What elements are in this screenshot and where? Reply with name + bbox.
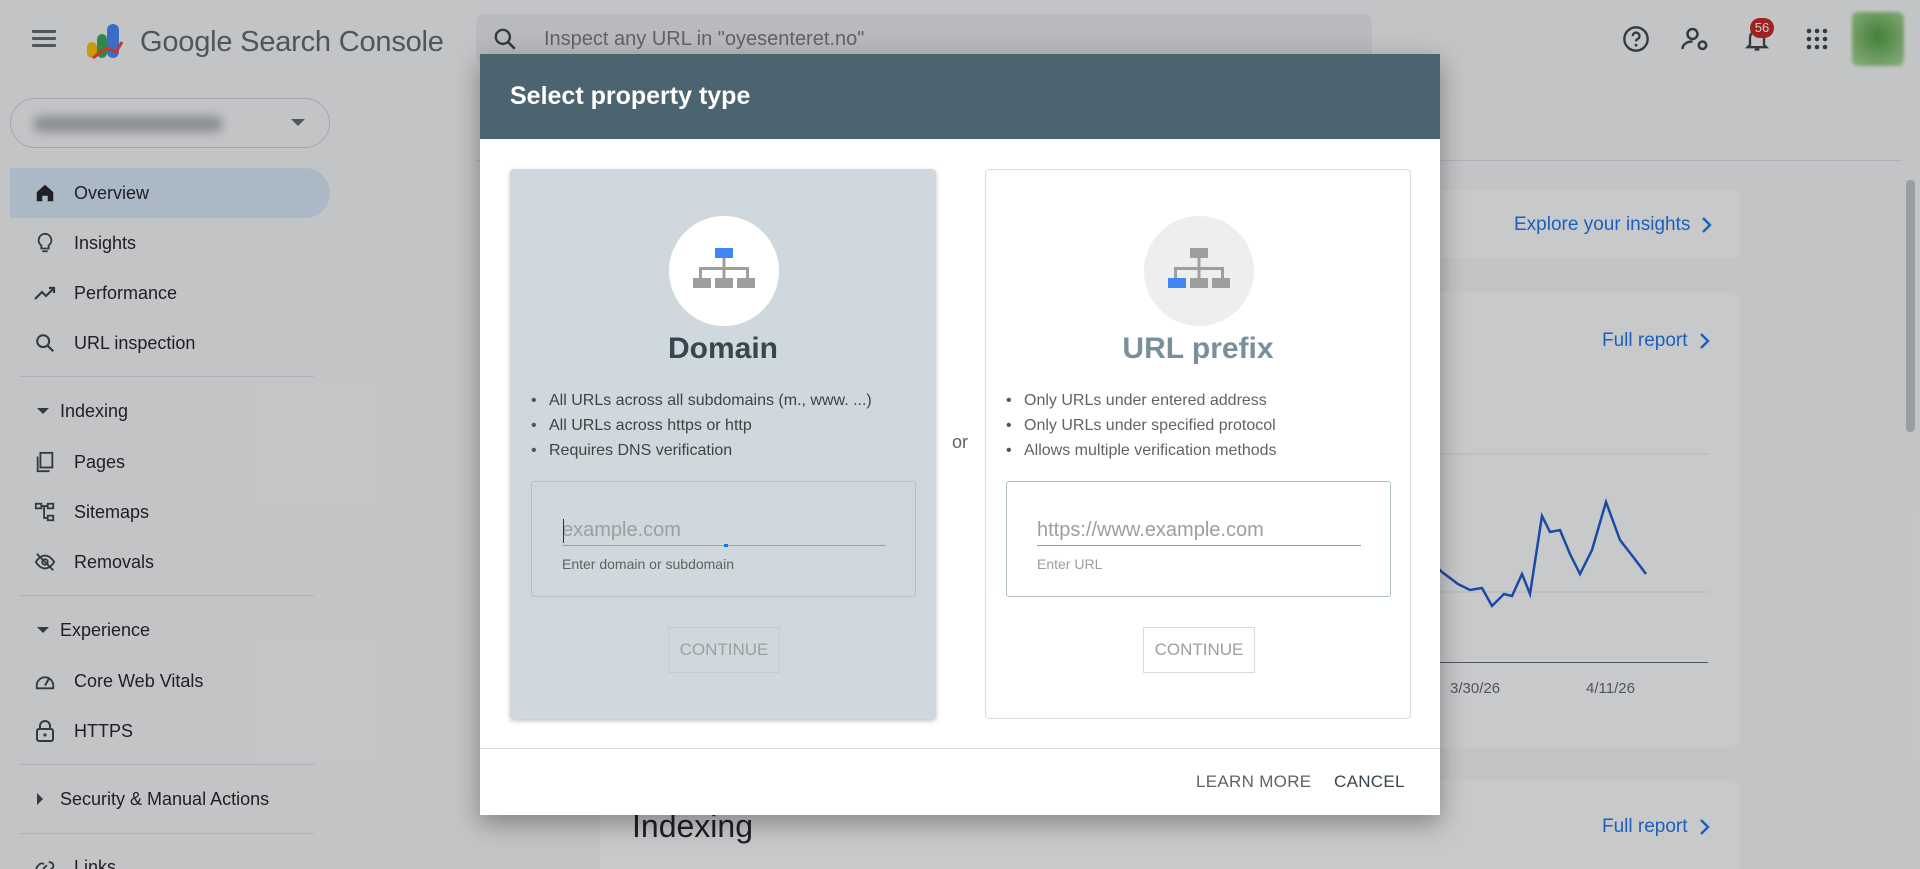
cancel-button[interactable]: CANCEL — [1334, 772, 1405, 792]
url-prefix-feature-list: Only URLs under entered address Only URL… — [1006, 388, 1277, 463]
domain-input[interactable] — [562, 516, 886, 546]
or-separator: or — [952, 432, 969, 452]
text-cursor — [563, 519, 564, 543]
domain-continue-button[interactable]: CONTINUE — [668, 627, 780, 673]
domain-feature-item: All URLs across all subdomains (m., www.… — [531, 388, 872, 413]
domain-option-card[interactable]: Domain All URLs across all subdomains (m… — [510, 169, 936, 719]
url-prefix-feature-item: Only URLs under entered address — [1006, 388, 1277, 413]
url-prefix-feature-item: Allows multiple verification methods — [1006, 438, 1277, 463]
url-prefix-continue-button[interactable]: CONTINUE — [1143, 627, 1255, 673]
domain-title: Domain — [667, 332, 778, 365]
dialog-footer-divider — [480, 748, 1440, 749]
url-prefix-hierarchy-icon — [1168, 248, 1230, 288]
url-prefix-title: URL prefix — [1122, 332, 1274, 365]
domain-feature-item: Requires DNS verification — [531, 438, 872, 463]
domain-feature-list: All URLs across all subdomains (m., www.… — [531, 388, 872, 463]
url-prefix-option-card[interactable]: URL prefix Only URLs under entered addre… — [985, 169, 1411, 719]
dialog-title: Select property type — [480, 54, 1440, 139]
input-focus-indicator — [724, 544, 728, 547]
url-prefix-helper-text: Enter URL — [1037, 556, 1103, 572]
url-prefix-icon-circle — [1144, 216, 1254, 326]
domain-hierarchy-icon — [693, 248, 755, 288]
domain-feature-item: All URLs across https or http — [531, 413, 872, 438]
url-prefix-input-container: Enter URL — [1006, 481, 1391, 597]
learn-more-button[interactable]: LEARN MORE — [1196, 772, 1311, 792]
domain-helper-text: Enter domain or subdomain — [562, 556, 734, 572]
url-prefix-feature-item: Only URLs under specified protocol — [1006, 413, 1277, 438]
domain-icon-circle — [669, 216, 779, 326]
select-property-type-dialog: Select property type Domain All URLs acr… — [480, 54, 1440, 815]
domain-input-container: Enter domain or subdomain — [531, 481, 916, 597]
url-prefix-input[interactable] — [1037, 516, 1361, 546]
